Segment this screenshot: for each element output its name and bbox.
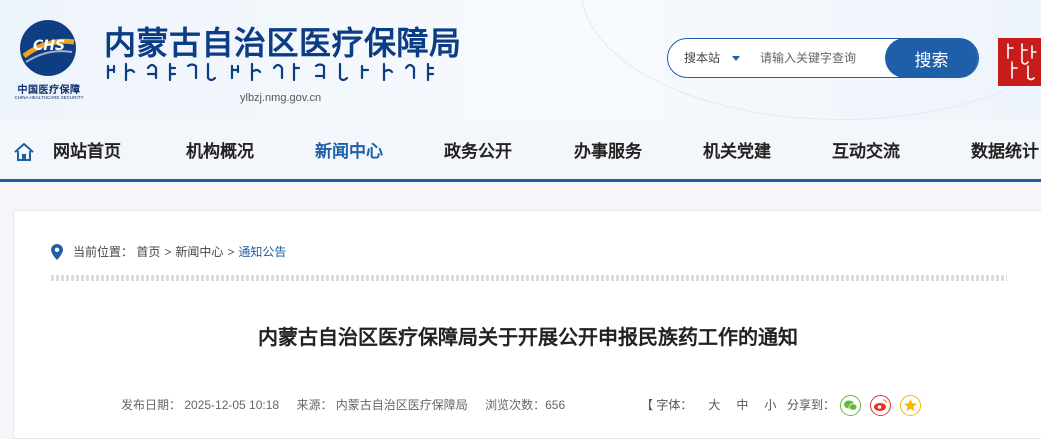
font-size-medium[interactable]: 中 bbox=[736, 398, 748, 412]
logo-text-cn: 中国医疗保障 bbox=[17, 85, 81, 96]
location-pin-icon bbox=[51, 244, 63, 260]
article-meta: 发布日期： 2025-12-05 10:18 来源： 内蒙古自治区医疗保障局 浏… bbox=[121, 396, 579, 414]
font-size-label: 【 字体： bbox=[641, 398, 693, 412]
view-count: 浏览次数：656 bbox=[485, 398, 566, 412]
nav-item-gov-info[interactable]: 政务公开 bbox=[444, 120, 512, 179]
weibo-share-icon[interactable] bbox=[870, 395, 891, 416]
breadcrumb-notices[interactable]: 通知公告 bbox=[238, 245, 286, 259]
nav-item-home[interactable]: 网站首页 bbox=[53, 120, 121, 179]
font-size-small[interactable]: 小 bbox=[764, 398, 776, 412]
font-size-large[interactable]: 大 bbox=[708, 398, 720, 412]
main-nav: 网站首页 机构概况 新闻中心 政务公开 办事服务 机关党建 互动交流 数据统计 bbox=[0, 120, 1041, 182]
publish-date: 发布日期： 2025-12-05 10:18 bbox=[121, 398, 280, 412]
caret-down-icon bbox=[732, 56, 741, 62]
logo-text-en: CHINA HEALTHCARE SECURITY bbox=[14, 95, 84, 100]
breadcrumb-divider bbox=[51, 275, 1007, 281]
article-title: 内蒙古自治区医疗保障局关于开展公开申报民族药工作的通知 bbox=[258, 327, 798, 349]
nav-item-services[interactable]: 办事服务 bbox=[574, 120, 642, 179]
breadcrumb-prefix: 当前位置： bbox=[73, 245, 134, 259]
search-scope-dropdown[interactable]: 搜本站 bbox=[684, 39, 741, 77]
nav-item-statistics[interactable]: 数据统计 bbox=[971, 120, 1039, 179]
site-logo[interactable]: CHS 中国医疗保障 CHINA HEALTHCARE SECURITY bbox=[12, 18, 86, 104]
breadcrumb-home[interactable]: 首页 bbox=[136, 245, 160, 259]
share-label: 分享到： bbox=[787, 398, 836, 412]
search-button[interactable]: 搜索 bbox=[885, 38, 978, 78]
mongolian-version-link[interactable] bbox=[998, 38, 1041, 86]
chs-emblem-icon: CHS bbox=[20, 20, 76, 76]
article-card: 当前位置： 首页 > 新闻中心 > 通知公告 内蒙古自治区医疗保障局关于开展公开申报民族… bbox=[13, 210, 1041, 439]
qzone-share-icon[interactable] bbox=[900, 395, 921, 416]
breadcrumb-separator: > bbox=[227, 245, 235, 259]
search-scope-label: 搜本站 bbox=[684, 51, 721, 65]
search-bar: 搜本站 搜索 bbox=[667, 38, 979, 78]
breadcrumb-separator: > bbox=[164, 245, 172, 259]
nav-item-about[interactable]: 机构概况 bbox=[186, 120, 254, 179]
search-input[interactable] bbox=[760, 45, 880, 71]
mongolian-badge-icon bbox=[1007, 43, 1037, 81]
home-icon[interactable] bbox=[13, 142, 35, 162]
breadcrumb-news[interactable]: 新闻中心 bbox=[175, 245, 223, 259]
site-header: CHS 中国医疗保障 CHINA HEALTHCARE SECURITY 内蒙古… bbox=[0, 0, 1041, 120]
nav-item-news[interactable]: 新闻中心 bbox=[315, 120, 383, 179]
site-title[interactable]: 内蒙古自治区医疗保障局 bbox=[104, 18, 462, 64]
font-size-control: 【 字体： 大 中 小 bbox=[641, 396, 776, 414]
wechat-share-icon[interactable] bbox=[840, 395, 861, 416]
article-source: 来源： 内蒙古自治区医疗保障局 bbox=[296, 398, 468, 412]
nav-item-party[interactable]: 机关党建 bbox=[703, 120, 771, 179]
mongolian-script-title bbox=[106, 62, 435, 82]
logo-mark: CHS bbox=[33, 38, 65, 54]
site-domain: ylbzj.nmg.gov.cn bbox=[240, 92, 322, 104]
nav-item-interaction[interactable]: 互动交流 bbox=[832, 120, 900, 179]
